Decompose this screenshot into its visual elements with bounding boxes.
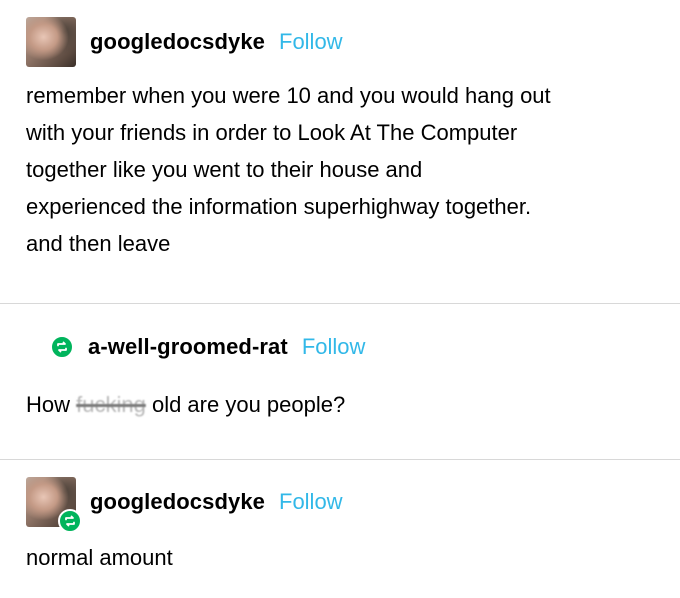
follow-button[interactable]: Follow xyxy=(279,489,343,515)
follow-button[interactable]: Follow xyxy=(302,334,366,360)
reblog-badge xyxy=(50,335,74,359)
username[interactable]: a-well-groomed-rat xyxy=(88,334,288,360)
reply-text-before: How xyxy=(26,392,77,417)
username[interactable]: googledocsdyke xyxy=(90,29,265,55)
post-line: experienced the information superhighway… xyxy=(26,194,532,219)
post-header: a-well-groomed-rat Follow xyxy=(50,334,365,360)
reblog-icon xyxy=(50,335,74,359)
reblog-icon xyxy=(58,509,82,533)
post-body: normal amount xyxy=(26,539,173,576)
divider xyxy=(0,459,680,460)
post-header: googledocsdyke Follow xyxy=(26,17,343,67)
post-body: How fucking old are you people? xyxy=(26,386,345,423)
username[interactable]: googledocsdyke xyxy=(90,489,265,515)
reply-text-after: old are you people? xyxy=(145,392,346,417)
post-line: remember when you were 10 and you would … xyxy=(26,83,551,108)
user-avatar[interactable] xyxy=(26,17,76,67)
post-line: and then leave xyxy=(26,231,171,256)
follow-button[interactable]: Follow xyxy=(279,29,343,55)
censored-word: fucking xyxy=(76,392,146,417)
post-line: together like you went to their house an… xyxy=(26,157,423,182)
avatar-photo-icon xyxy=(26,17,76,67)
divider xyxy=(0,303,680,304)
post-header: googledocsdyke Follow xyxy=(26,477,343,533)
post-line: with your friends in order to Look At Th… xyxy=(26,120,518,145)
post-body: remember when you were 10 and you would … xyxy=(26,77,551,262)
user-avatar[interactable] xyxy=(26,477,82,533)
reply-text: normal amount xyxy=(26,545,173,570)
